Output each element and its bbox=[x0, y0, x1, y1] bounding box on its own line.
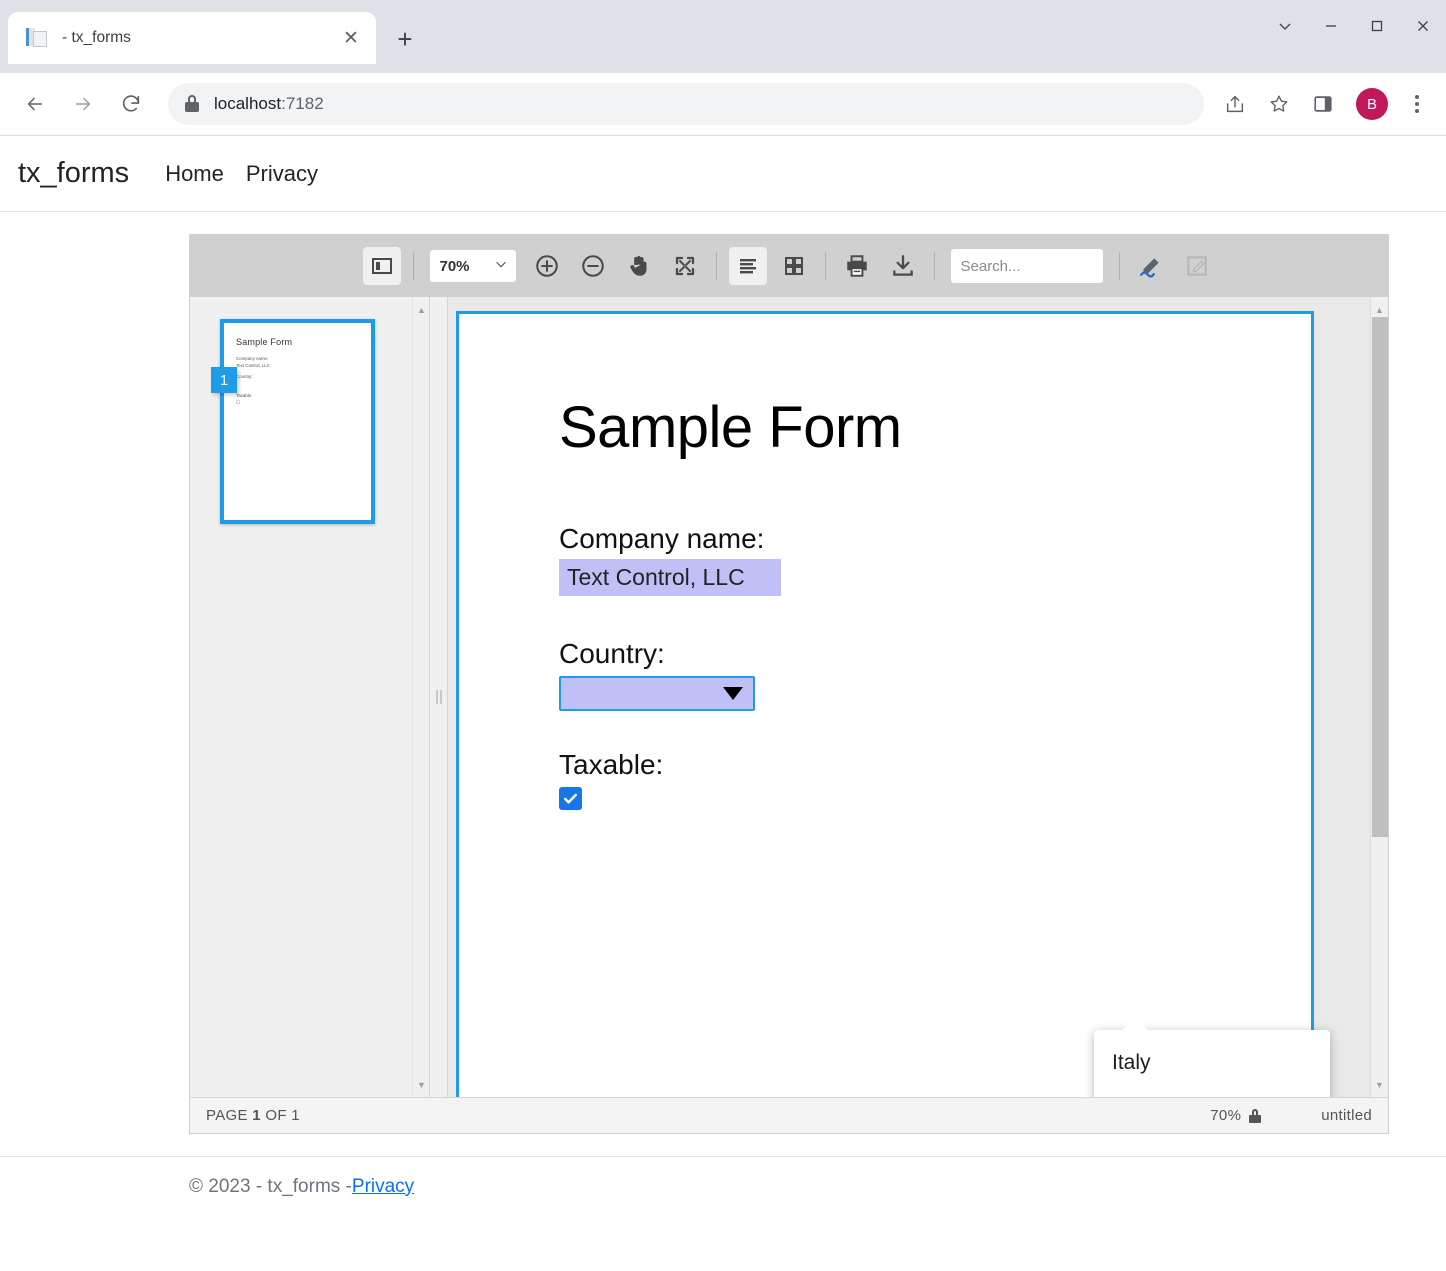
tab-search-icon[interactable] bbox=[1262, 4, 1308, 48]
thumbnail-page-badge: 1 bbox=[211, 367, 237, 393]
window-close-icon[interactable] bbox=[1400, 4, 1446, 48]
minimize-icon[interactable] bbox=[1308, 4, 1354, 48]
document-favicon bbox=[26, 27, 48, 49]
toolbar-divider-3 bbox=[824, 252, 826, 280]
document-scroll-thumb[interactable] bbox=[1372, 317, 1388, 837]
taxable-checkbox[interactable] bbox=[559, 787, 582, 810]
nav-link-home[interactable]: Home bbox=[165, 161, 224, 187]
status-zoom-level: 70% bbox=[1210, 1107, 1242, 1124]
sidebar-toggle-icon[interactable] bbox=[362, 247, 401, 285]
document-page[interactable]: Sample Form Company name: Text Control, … bbox=[456, 311, 1314, 1097]
document-name: untitled bbox=[1321, 1107, 1372, 1124]
kebab-menu-icon[interactable] bbox=[1402, 83, 1432, 125]
pen-signature-icon[interactable] bbox=[1132, 247, 1170, 285]
download-icon[interactable] bbox=[884, 247, 922, 285]
company-name-field[interactable]: Text Control, LLC bbox=[559, 559, 781, 596]
lock-closed-icon bbox=[1249, 1108, 1262, 1123]
hand-pan-icon[interactable] bbox=[620, 247, 658, 285]
thumbnail-title: Sample Form bbox=[236, 337, 293, 347]
browser-tab[interactable]: - tx_forms ✕ bbox=[8, 12, 376, 64]
dropdown-option-germany[interactable]: Germany bbox=[1094, 1090, 1330, 1097]
url-text: localhost:7182 bbox=[214, 94, 324, 114]
url-port: :7182 bbox=[281, 94, 324, 113]
taxable-label: Taxable: bbox=[559, 749, 664, 780]
chevron-down-icon bbox=[494, 257, 508, 275]
zoom-level-value: 70% bbox=[439, 257, 470, 275]
thumbnail-scrollbar[interactable]: ▲ ▼ bbox=[412, 297, 429, 1097]
page-status-total: 1 bbox=[291, 1107, 300, 1124]
browser-titlebar: - tx_forms ✕ + bbox=[0, 0, 1446, 73]
footer-privacy-link[interactable]: Privacy bbox=[352, 1176, 414, 1198]
form-heading: Sample Form bbox=[559, 395, 902, 460]
url-host: localhost bbox=[214, 94, 282, 113]
back-icon[interactable] bbox=[14, 83, 56, 125]
lock-icon bbox=[184, 95, 200, 113]
site-navbar: tx_forms Home Privacy bbox=[0, 136, 1446, 212]
document-viewer: 70% Search... Sample Form Company name: … bbox=[189, 234, 1389, 1134]
document-area[interactable]: Sample Form Company name: Text Control, … bbox=[448, 297, 1388, 1097]
zoom-out-icon[interactable] bbox=[574, 247, 612, 285]
country-dropdown-list[interactable]: Italy Germany United States bbox=[1094, 1019, 1330, 1097]
chevron-down-icon bbox=[723, 687, 743, 700]
thumbnail-panel: Sample Form Company name: Text Control, … bbox=[190, 297, 430, 1097]
page-status: PAGE 1 OF 1 bbox=[206, 1107, 1210, 1124]
page-status-mid: OF bbox=[260, 1107, 292, 1124]
new-tab-button[interactable]: + bbox=[388, 22, 422, 56]
zoom-level-select[interactable]: 70% bbox=[429, 250, 516, 282]
nav-link-privacy[interactable]: Privacy bbox=[246, 161, 318, 187]
scroll-down-icon[interactable]: ▼ bbox=[413, 1076, 430, 1093]
fit-page-icon[interactable] bbox=[666, 247, 704, 285]
profile-avatar[interactable]: B bbox=[1356, 88, 1388, 120]
page-status-current: 1 bbox=[252, 1107, 261, 1124]
maximize-icon[interactable] bbox=[1354, 4, 1400, 48]
panel-splitter[interactable] bbox=[430, 297, 448, 1097]
single-page-view-icon[interactable] bbox=[728, 247, 767, 285]
footer-copyright: © 2023 - tx_forms - bbox=[189, 1175, 352, 1197]
window-controls bbox=[1262, 0, 1446, 52]
zoom-in-icon[interactable] bbox=[528, 247, 566, 285]
page-thumbnail[interactable]: Sample Form Company name: Text Control, … bbox=[211, 319, 375, 524]
document-scrollbar[interactable]: ▲ ▼ bbox=[1370, 297, 1388, 1097]
site-footer: © 2023 - tx_forms - Privacy bbox=[0, 1156, 1446, 1216]
forward-icon[interactable] bbox=[62, 83, 104, 125]
browser-omnibar: localhost:7182 B bbox=[0, 73, 1446, 135]
toolbar-divider-4 bbox=[933, 252, 935, 280]
search-input[interactable] bbox=[950, 249, 1103, 283]
tab-title: - tx_forms bbox=[62, 29, 131, 46]
edit-annotation-icon[interactable] bbox=[1178, 247, 1216, 285]
thumbnail-line-2: Text Control, LLC bbox=[236, 363, 270, 368]
thumbnail-line-4: Taxable: bbox=[236, 393, 253, 398]
viewer-statusbar: PAGE 1 OF 1 70% untitled bbox=[190, 1097, 1388, 1133]
toolbar-divider bbox=[412, 252, 414, 280]
address-bar[interactable]: localhost:7182 bbox=[168, 83, 1204, 125]
thumbnail-line-3: Country: bbox=[236, 374, 253, 379]
grid-view-icon[interactable] bbox=[775, 247, 813, 285]
viewer-body: Sample Form Company name: Text Control, … bbox=[190, 297, 1388, 1097]
thumbnail-line-5: ☐ bbox=[236, 400, 240, 405]
star-icon[interactable] bbox=[1258, 83, 1300, 125]
doc-scroll-down-icon[interactable]: ▼ bbox=[1371, 1076, 1388, 1093]
doc-scroll-up-icon[interactable]: ▲ bbox=[1371, 301, 1388, 318]
thumbnail-line-1: Company name: bbox=[236, 356, 269, 361]
company-name-label: Company name: bbox=[559, 523, 765, 554]
viewer-toolbar: 70% bbox=[190, 235, 1388, 297]
dropdown-option-italy[interactable]: Italy bbox=[1094, 1036, 1330, 1090]
omnibar-actions: B bbox=[1212, 83, 1432, 125]
scroll-up-icon[interactable]: ▲ bbox=[413, 301, 430, 318]
country-label: Country: bbox=[559, 638, 665, 669]
page-body: tx_forms Home Privacy 70% Search... Samp… bbox=[0, 136, 1446, 1197]
toolbar-divider-5 bbox=[1118, 252, 1120, 280]
side-panel-icon[interactable] bbox=[1302, 83, 1344, 125]
reload-icon[interactable] bbox=[110, 83, 152, 125]
page-status-prefix: PAGE bbox=[206, 1107, 253, 1124]
site-brand[interactable]: tx_forms bbox=[18, 157, 129, 190]
country-combobox[interactable] bbox=[559, 676, 755, 711]
toolbar-divider-2 bbox=[715, 252, 717, 280]
print-icon[interactable] bbox=[838, 247, 876, 285]
tab-close-icon[interactable]: ✕ bbox=[338, 25, 364, 51]
share-icon[interactable] bbox=[1214, 83, 1256, 125]
